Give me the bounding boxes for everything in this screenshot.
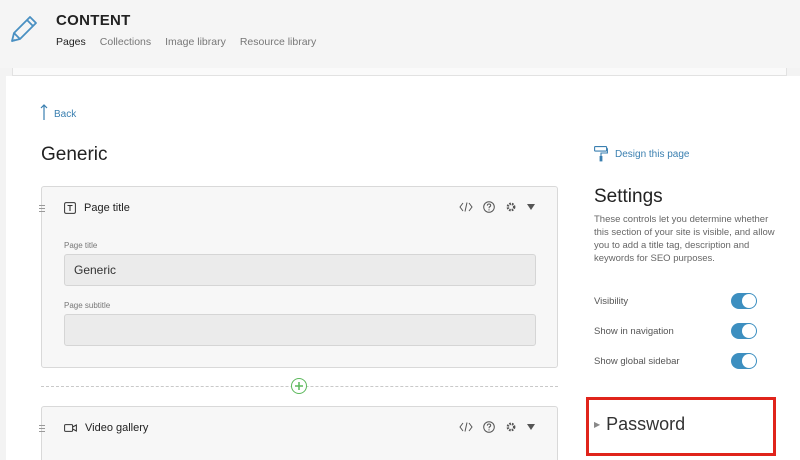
- add-section-button[interactable]: [291, 378, 307, 394]
- section-title: Page title: [84, 202, 130, 214]
- section-tools: [459, 201, 535, 213]
- visibility-toggle[interactable]: [731, 293, 757, 309]
- show-global-sidebar-toggle[interactable]: [731, 353, 757, 369]
- show-in-navigation-toggle[interactable]: [731, 323, 757, 339]
- toggle-label: Show global sidebar: [594, 355, 680, 367]
- settings-title: Settings: [594, 186, 663, 207]
- page-title-label: Page title: [64, 241, 98, 250]
- design-page-link[interactable]: Design this page: [594, 146, 690, 162]
- toggle-row-visibility: Visibility: [594, 292, 757, 310]
- header: CONTENT Pages Collections Image library …: [0, 0, 800, 68]
- section-title: Video gallery: [85, 422, 149, 434]
- arrow-up-icon: [40, 104, 48, 120]
- toggle-row-show-in-navigation: Show in navigation: [594, 322, 757, 340]
- toggle-row-show-global-sidebar: Show global sidebar: [594, 352, 757, 370]
- page-title-input[interactable]: Generic: [64, 254, 536, 286]
- nav-pages[interactable]: Pages: [56, 36, 86, 48]
- nav-resource-library[interactable]: Resource library: [240, 36, 316, 48]
- code-icon[interactable]: [459, 422, 473, 432]
- text-box-icon: [64, 202, 76, 214]
- plus-icon: [295, 382, 303, 390]
- top-nav: Pages Collections Image library Resource…: [56, 36, 316, 48]
- paint-roller-icon: [594, 146, 608, 162]
- back-label: Back: [54, 109, 77, 120]
- caret-down-icon[interactable]: [527, 204, 535, 210]
- design-page-label: Design this page: [615, 148, 690, 160]
- settings-description: These controls let you determine whether…: [594, 214, 775, 264]
- nav-collections[interactable]: Collections: [100, 36, 151, 48]
- help-icon[interactable]: [483, 421, 495, 433]
- password-section-toggle[interactable]: ▶ Password: [594, 414, 685, 435]
- caret-right-icon: ▶: [594, 420, 601, 429]
- caret-down-icon[interactable]: [527, 424, 535, 430]
- section-card-video-gallery: Video gallery: [39, 406, 558, 460]
- pencil-icon: [11, 16, 37, 42]
- section-header: Page title: [64, 202, 130, 214]
- gear-icon[interactable]: [505, 201, 517, 213]
- password-label: Password: [606, 414, 686, 434]
- drag-handle-icon[interactable]: [39, 205, 45, 213]
- nav-image-library[interactable]: Image library: [165, 36, 226, 48]
- toggle-label: Show in navigation: [594, 325, 674, 337]
- app-title: CONTENT: [56, 12, 131, 29]
- back-link[interactable]: Back: [40, 104, 76, 120]
- page-subtitle-input[interactable]: [64, 314, 536, 346]
- toggle-label: Visibility: [594, 295, 629, 307]
- help-icon[interactable]: [483, 201, 495, 213]
- gear-icon[interactable]: [505, 421, 517, 433]
- section-card-page-title: Page title Page title Generic Page subti…: [39, 186, 558, 368]
- section-tools: [459, 421, 535, 433]
- code-icon[interactable]: [459, 202, 473, 212]
- drag-handle-icon[interactable]: [39, 425, 45, 433]
- sub-toolbar: [12, 68, 787, 76]
- page-heading: Generic: [41, 144, 108, 165]
- section-header: Video gallery: [64, 422, 148, 434]
- video-camera-icon: [64, 424, 77, 432]
- page-subtitle-label: Page subtitle: [64, 301, 111, 310]
